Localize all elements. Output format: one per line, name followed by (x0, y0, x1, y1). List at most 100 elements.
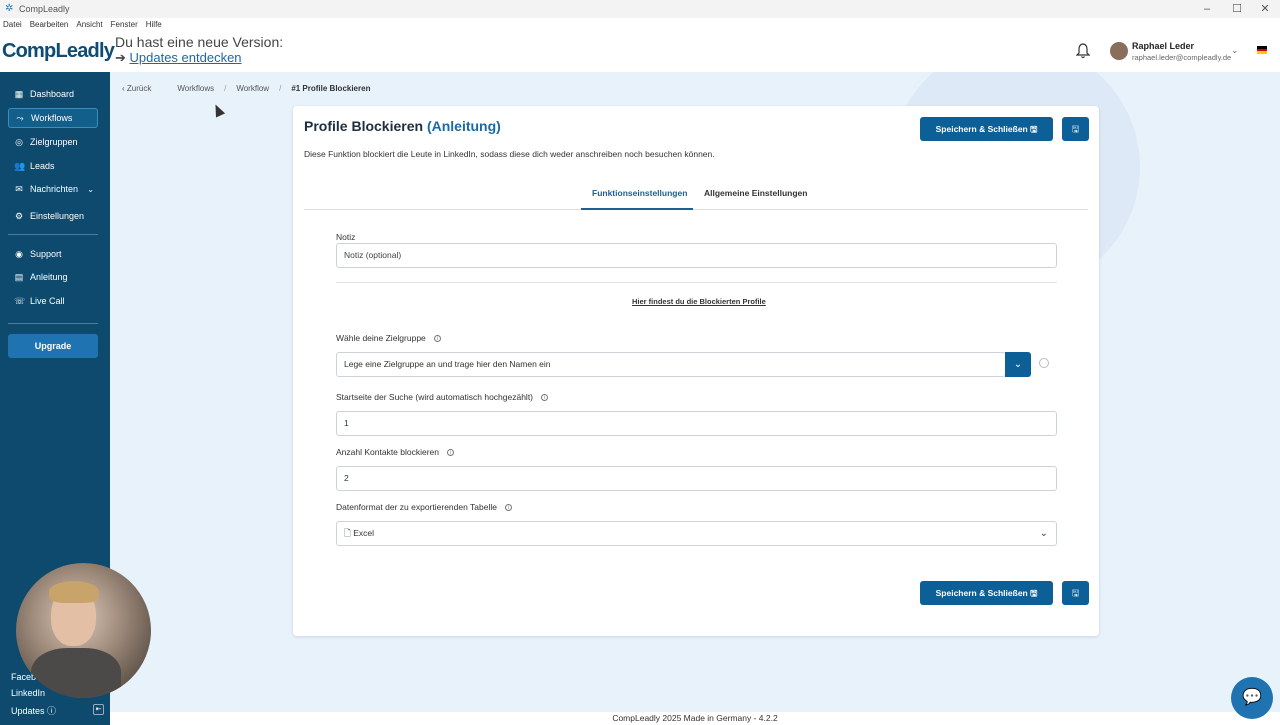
format-value: Excel (353, 528, 375, 538)
start-page-input[interactable]: 1 (336, 411, 1057, 436)
book-icon: ▤ (14, 271, 24, 282)
tab-allgemeine-einstellungen[interactable]: Allgemeine Einstellungen (704, 188, 807, 198)
sidebar-item-workflows[interactable]: ⤳ Workflows (8, 108, 98, 128)
save-close-label: Speichern & Schließen (935, 588, 1028, 598)
format-label: Datenformat der zu exportierenden Tabell… (336, 502, 512, 512)
audience-label: Wähle deine Zielgruppe i (336, 333, 441, 343)
save-icon: 🖫 (1030, 124, 1038, 134)
contact-count-input[interactable]: 2 (336, 466, 1057, 491)
page-title: Profile Blockieren (Anleitung) (304, 118, 501, 134)
brand-logo[interactable]: CompLeadly (2, 40, 115, 63)
minimize-icon[interactable]: – (1192, 0, 1222, 18)
info-icon[interactable]: i (433, 334, 441, 342)
save-close-button[interactable]: Speichern & Schließen 🖫 (920, 117, 1053, 141)
sidebar-item-zielgruppen[interactable]: ◎ Zielgruppen (8, 132, 98, 152)
messages-icon: ✉ (15, 183, 23, 194)
avatar[interactable] (1110, 42, 1128, 60)
back-label: Zurück (126, 84, 152, 93)
page-description: Diese Funktion blockiert die Leute in Li… (304, 149, 715, 159)
start-page-label-text: Startseite der Suche (wird automatisch h… (336, 392, 534, 402)
sidebar-item-anleitung[interactable]: ▤ Anleitung (8, 267, 98, 287)
user-email: raphael.leder@compleadly.de (1132, 53, 1232, 62)
menu-fenster[interactable]: Fenster (111, 18, 138, 32)
sidebar-item-label: Workflows (31, 113, 73, 123)
divider (336, 282, 1057, 283)
tab-funktionseinstellungen[interactable]: Funktionseinstellungen (592, 188, 687, 198)
breadcrumb: ‹ Zurück Workflows / Workflow / #1 Profi… (122, 84, 380, 93)
bell-icon[interactable] (1076, 43, 1090, 59)
menu-datei[interactable]: Datei (3, 18, 22, 32)
menu-hilfe[interactable]: Hilfe (146, 18, 162, 32)
close-icon[interactable]: ✕ (1250, 0, 1280, 18)
window-titlebar: ✲ CompLeadly – ☐ ✕ (0, 0, 1280, 18)
start-page-label: Startseite der Suche (wird automatisch h… (336, 392, 549, 402)
format-select[interactable]: 🗋 Excel ⌄ (336, 521, 1057, 546)
breadcrumb-separator: / (224, 84, 227, 93)
save-icon: 🖫 (1071, 124, 1080, 134)
window-title: CompLeadly (19, 4, 70, 14)
save-button[interactable]: 🖫 (1062, 117, 1089, 141)
updates-label: Updates (11, 706, 45, 716)
tab-bar: Funktionseinstellungen Allgemeine Einste… (304, 182, 1088, 210)
webcam-overlay (16, 563, 151, 698)
info-icon[interactable]: i (447, 448, 455, 456)
note-input[interactable]: Notiz (optional) (336, 243, 1057, 268)
settings-card: Profile Blockieren (Anleitung) Diese Fun… (293, 106, 1099, 636)
save-icon: 🖫 (1030, 588, 1038, 598)
sidebar-divider (8, 234, 98, 235)
dashboard-icon: ▦ (14, 88, 24, 99)
blocked-profiles-link[interactable]: Hier findest du die Blockierten Profile (632, 297, 766, 306)
main-content: ‹ Zurück Workflows / Workflow / #1 Profi… (110, 72, 1280, 712)
maximize-icon[interactable]: ☐ (1222, 0, 1252, 18)
sidebar-item-einstellungen[interactable]: ⚙ Einstellungen (8, 206, 98, 226)
menu-ansicht[interactable]: Ansicht (76, 18, 102, 32)
guide-link[interactable]: (Anleitung) (427, 118, 501, 134)
sidebar-item-label: Zielgruppen (30, 137, 78, 147)
chevron-down-icon: ⌄ (1013, 359, 1023, 370)
sidebar-item-nachrichten[interactable]: ✉ Nachrichten ⌄ (8, 179, 98, 199)
updates-sidebar-link[interactable]: Updates ⓘ (11, 704, 56, 717)
collapse-sidebar-icon[interactable]: ⇤ (93, 704, 104, 715)
save-icon: 🖫 (1071, 588, 1080, 598)
info-icon: ⓘ (47, 706, 57, 716)
chevron-down-icon[interactable]: ⌄ (1231, 45, 1239, 56)
note-label: Notiz (336, 232, 356, 242)
user-name: Raphael Leder (1132, 41, 1195, 51)
info-icon[interactable]: i (541, 393, 549, 401)
menu-bearbeiten[interactable]: Bearbeiten (30, 18, 69, 32)
breadcrumb-workflows[interactable]: Workflows (177, 84, 214, 93)
save-close-button-bottom[interactable]: Speichern & Schließen 🖫 (920, 581, 1053, 605)
sidebar-item-support[interactable]: ◉ Support (8, 244, 98, 264)
breadcrumb-separator: / (279, 84, 282, 93)
audience-select[interactable]: Lege eine Zielgruppe an und trage hier d… (336, 352, 1006, 377)
audience-dropdown-button[interactable]: ⌄ (1005, 352, 1031, 377)
info-icon[interactable]: i (504, 503, 512, 511)
audience-label-text: Wähle deine Zielgruppe (336, 333, 426, 343)
sidebar-divider (8, 323, 98, 324)
save-button-bottom[interactable]: 🖫 (1062, 581, 1089, 605)
refresh-icon[interactable] (1039, 358, 1049, 368)
chat-icon: 💬 (1242, 689, 1262, 706)
sidebar-item-label: Leads (30, 161, 55, 171)
sidebar-item-label: Support (30, 249, 62, 259)
chat-button[interactable]: 💬 (1231, 677, 1273, 719)
back-link[interactable]: ‹ Zurück (122, 84, 161, 93)
updates-link[interactable]: Updates entdecken (130, 50, 242, 65)
update-link-row: ➔ Updates entdecken (115, 50, 242, 66)
sidebar-item-leads[interactable]: 👥 Leads (8, 156, 98, 176)
sidebar-item-dashboard[interactable]: ▦ Dashboard (8, 84, 98, 104)
contact-count-label: Anzahl Kontakte blockieren i (336, 447, 455, 457)
save-close-label: Speichern & Schließen (935, 124, 1028, 134)
breadcrumb-workflow[interactable]: Workflow (236, 84, 269, 93)
sidebar-item-live-call[interactable]: ☏ Live Call (8, 291, 98, 311)
support-icon: ◉ (15, 248, 23, 259)
german-flag-icon[interactable] (1257, 46, 1267, 54)
sidebar-item-label: Dashboard (30, 89, 75, 99)
menu-bar: Datei Bearbeiten Ansicht Fenster Hilfe (0, 18, 1280, 32)
chevron-down-icon: ⌄ (1039, 528, 1048, 539)
update-notice: Du hast eine neue Version: (115, 34, 284, 50)
workflow-icon: ⤳ (16, 112, 24, 123)
gear-icon: ⚙ (14, 210, 24, 221)
person-hair (49, 581, 99, 603)
upgrade-button[interactable]: Upgrade (8, 334, 98, 358)
